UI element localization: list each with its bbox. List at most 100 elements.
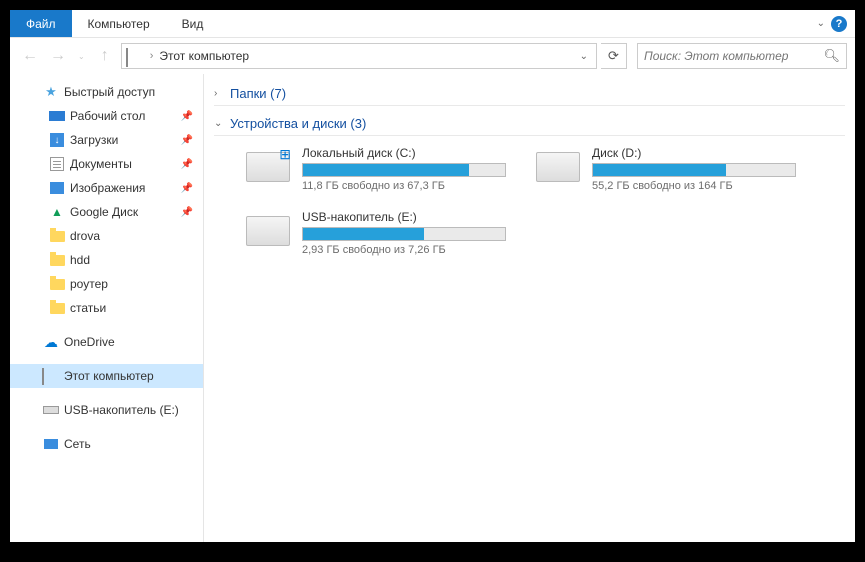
- body: ★ Быстрый доступ Рабочий стол 📌 Загрузки…: [10, 74, 855, 542]
- gdrive-icon: [48, 204, 66, 220]
- drive-tile-c[interactable]: ⊞ Локальный диск (C:) 11,8 ГБ свободно и…: [240, 142, 510, 196]
- drive-stats: 2,93 ГБ свободно из 7,26 ГБ: [302, 244, 506, 256]
- desktop-icon: [48, 108, 66, 124]
- address-text: Этот компьютер: [159, 49, 569, 63]
- pin-icon: 📌: [181, 111, 193, 122]
- refresh-button[interactable]: ⟳: [601, 43, 627, 69]
- drive-stats: 55,2 ГБ свободно из 164 ГБ: [592, 180, 796, 192]
- navigation-bar: ← → ⌄ ↑ › Этот компьютер ⌄ ⟳ 🔍︎: [10, 38, 855, 74]
- pin-icon: 📌: [181, 135, 193, 146]
- sidebar-usb-drive[interactable]: USB-накопитель (E:): [10, 398, 203, 422]
- ribbon-expand-icon[interactable]: ⌄: [817, 18, 825, 29]
- pictures-icon: [48, 180, 66, 196]
- usb-icon: [42, 402, 60, 418]
- nav-back-button[interactable]: ←: [18, 44, 42, 68]
- sidebar-item-label: Загрузки: [70, 133, 118, 147]
- sidebar-this-pc[interactable]: Этот компьютер: [10, 364, 203, 388]
- address-dropdown-icon[interactable]: ⌄: [576, 51, 592, 62]
- sidebar-item-label: hdd: [70, 253, 90, 267]
- sidebar-item-documents[interactable]: Документы 📌: [10, 152, 203, 176]
- nav-up-button[interactable]: ↑: [93, 44, 117, 68]
- drive-stats: 11,8 ГБ свободно из 67,3 ГБ: [302, 180, 506, 192]
- explorer-window: Файл Компьютер Вид ⌄ ? ← → ⌄ ↑ › Этот ко…: [10, 10, 855, 542]
- drive-info: USB-накопитель (E:) 2,93 ГБ свободно из …: [302, 210, 506, 256]
- sidebar-item-label: Документы: [70, 157, 132, 171]
- sidebar-item-label: Рабочий стол: [70, 109, 145, 123]
- sidebar-label: Быстрый доступ: [64, 85, 155, 99]
- documents-icon: [48, 156, 66, 172]
- drive-capacity-bar: [592, 163, 796, 177]
- network-icon: [42, 436, 60, 452]
- sidebar-item-folder-articles[interactable]: статьи: [10, 296, 203, 320]
- drive-icon: ⊞: [244, 146, 292, 188]
- search-box[interactable]: 🔍︎: [637, 43, 847, 69]
- onedrive-icon: [42, 334, 60, 350]
- help-icon[interactable]: ?: [831, 16, 847, 32]
- drives-grid: ⊞ Локальный диск (C:) 11,8 ГБ свободно и…: [214, 142, 845, 260]
- downloads-icon: [48, 132, 66, 148]
- drive-icon: [244, 210, 292, 252]
- section-folders-label: Папки (7): [230, 86, 286, 101]
- content-pane: › Папки (7) ⌄ Устройства и диски (3) ⊞ Л…: [204, 74, 855, 542]
- ribbon-menu: Файл Компьютер Вид ⌄ ?: [10, 10, 855, 38]
- sidebar-item-folder-hdd[interactable]: hdd: [10, 248, 203, 272]
- sidebar-network[interactable]: Сеть: [10, 432, 203, 456]
- ribbon-tab-file[interactable]: Файл: [10, 10, 72, 37]
- sidebar-item-label: drova: [70, 229, 100, 243]
- sidebar-item-pictures[interactable]: Изображения 📌: [10, 176, 203, 200]
- search-input[interactable]: [644, 49, 823, 63]
- address-separator: ›: [150, 50, 154, 62]
- drive-info: Локальный диск (C:) 11,8 ГБ свободно из …: [302, 146, 506, 192]
- drive-icon: [534, 146, 582, 188]
- sidebar-item-desktop[interactable]: Рабочий стол 📌: [10, 104, 203, 128]
- this-pc-icon: [126, 49, 144, 63]
- chevron-down-icon: ⌄: [214, 118, 224, 129]
- section-drives-label: Устройства и диски (3): [230, 116, 366, 131]
- drive-name: USB-накопитель (E:): [302, 210, 506, 224]
- folder-icon: [48, 300, 66, 316]
- pin-icon: 📌: [181, 207, 193, 218]
- drive-capacity-bar: [302, 163, 506, 177]
- sidebar-item-folder-drova[interactable]: drova: [10, 224, 203, 248]
- sidebar-item-label: статьи: [70, 301, 106, 315]
- nav-forward-button[interactable]: →: [46, 44, 70, 68]
- folder-icon: [48, 252, 66, 268]
- drive-bar-fill: [303, 228, 424, 240]
- nav-history-dropdown[interactable]: ⌄: [74, 52, 89, 61]
- ribbon-tab-computer[interactable]: Компьютер: [72, 10, 166, 37]
- sidebar-quick-access[interactable]: ★ Быстрый доступ: [10, 80, 203, 104]
- sidebar-onedrive[interactable]: OneDrive: [10, 330, 203, 354]
- drive-capacity-bar: [302, 227, 506, 241]
- windows-flag-icon: ⊞: [279, 146, 291, 163]
- drive-tile-d[interactable]: Диск (D:) 55,2 ГБ свободно из 164 ГБ: [530, 142, 800, 196]
- sidebar-label: OneDrive: [64, 335, 115, 349]
- drive-bar-fill: [593, 164, 726, 176]
- drive-info: Диск (D:) 55,2 ГБ свободно из 164 ГБ: [592, 146, 796, 192]
- sidebar-item-downloads[interactable]: Загрузки 📌: [10, 128, 203, 152]
- sidebar-item-label: роутер: [70, 277, 108, 291]
- drive-name: Диск (D:): [592, 146, 796, 160]
- folder-icon: [48, 276, 66, 292]
- star-icon: ★: [42, 84, 60, 100]
- sidebar-label: Этот компьютер: [64, 369, 154, 383]
- section-folders[interactable]: › Папки (7): [214, 82, 845, 106]
- folder-icon: [48, 228, 66, 244]
- section-drives[interactable]: ⌄ Устройства и диски (3): [214, 112, 845, 136]
- drive-tile-e[interactable]: USB-накопитель (E:) 2,93 ГБ свободно из …: [240, 206, 510, 260]
- sidebar-item-gdrive[interactable]: Google Диск 📌: [10, 200, 203, 224]
- this-pc-icon: [42, 368, 60, 384]
- drive-bar-fill: [303, 164, 469, 176]
- sidebar-item-label: Google Диск: [70, 205, 138, 219]
- pin-icon: 📌: [181, 159, 193, 170]
- sidebar-label: Сеть: [64, 437, 91, 451]
- chevron-right-icon: ›: [214, 88, 224, 99]
- sidebar-item-folder-router[interactable]: роутер: [10, 272, 203, 296]
- navigation-pane: ★ Быстрый доступ Рабочий стол 📌 Загрузки…: [10, 74, 204, 542]
- sidebar-item-label: Изображения: [70, 181, 145, 195]
- sidebar-label: USB-накопитель (E:): [64, 403, 179, 417]
- pin-icon: 📌: [181, 183, 193, 194]
- ribbon-tab-view[interactable]: Вид: [166, 10, 220, 37]
- address-bar[interactable]: › Этот компьютер ⌄: [121, 43, 597, 69]
- search-icon[interactable]: 🔍︎: [823, 48, 840, 64]
- drive-name: Локальный диск (C:): [302, 146, 506, 160]
